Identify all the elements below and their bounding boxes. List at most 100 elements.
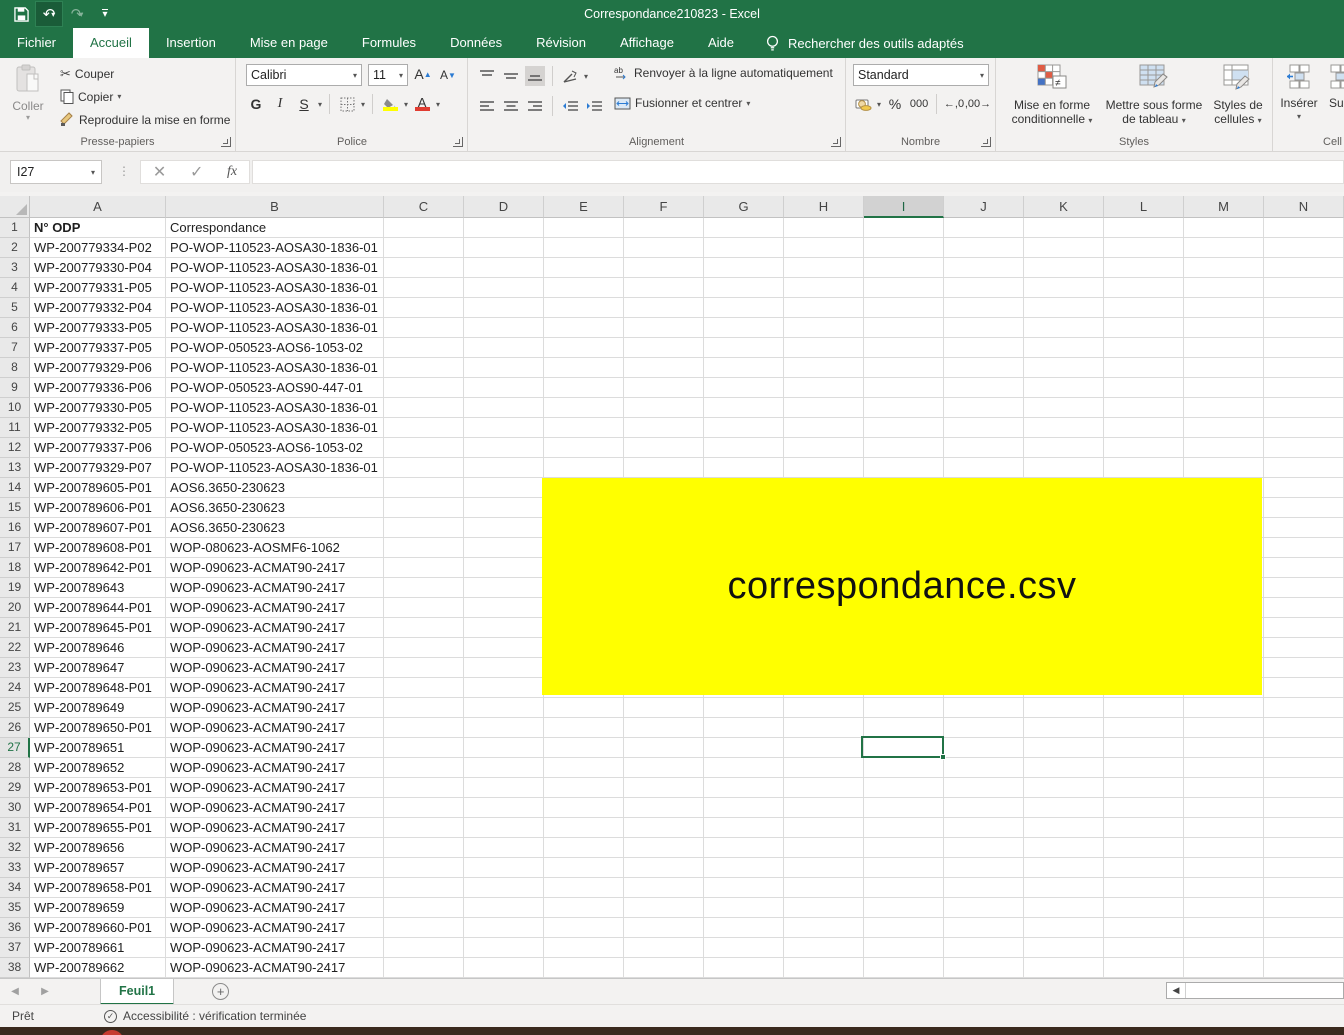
tab-accueil[interactable]: Accueil <box>73 28 149 58</box>
cell-B15[interactable]: AOS6.3650-230623 <box>166 498 384 518</box>
cell-C35[interactable] <box>384 898 464 918</box>
cell-N2[interactable] <box>1264 238 1344 258</box>
cell-I8[interactable] <box>864 358 944 378</box>
cell-B30[interactable]: WOP-090623-ACMAT90-2417 <box>166 798 384 818</box>
cell-B18[interactable]: WOP-090623-ACMAT90-2417 <box>166 558 384 578</box>
cell-G12[interactable] <box>704 438 784 458</box>
cell-A2[interactable]: WP-200779334-P02 <box>30 238 166 258</box>
cell-E4[interactable] <box>544 278 624 298</box>
row-header-11[interactable]: 11 <box>0 418 30 438</box>
cell-A16[interactable]: WP-200789607-P01 <box>30 518 166 538</box>
cell-A14[interactable]: WP-200789605-P01 <box>30 478 166 498</box>
align-center-button[interactable] <box>501 96 521 116</box>
cell-K12[interactable] <box>1024 438 1104 458</box>
cell-C17[interactable] <box>384 538 464 558</box>
borders-button[interactable] <box>337 94 357 114</box>
name-box[interactable]: I27 ▾ <box>10 160 102 184</box>
tab-mise-en-page[interactable]: Mise en page <box>233 28 345 58</box>
row-header-17[interactable]: 17 <box>0 538 30 558</box>
row-header-12[interactable]: 12 <box>0 438 30 458</box>
cell-J12[interactable] <box>944 438 1024 458</box>
cell-D30[interactable] <box>464 798 544 818</box>
cell-C19[interactable] <box>384 578 464 598</box>
tab-fichier[interactable]: Fichier <box>0 28 73 58</box>
cell-A15[interactable]: WP-200789606-P01 <box>30 498 166 518</box>
row-header-35[interactable]: 35 <box>0 898 30 918</box>
cell-N5[interactable] <box>1264 298 1344 318</box>
cell-B29[interactable]: WOP-090623-ACMAT90-2417 <box>166 778 384 798</box>
cell-A17[interactable]: WP-200789608-P01 <box>30 538 166 558</box>
cell-K29[interactable] <box>1024 778 1104 798</box>
cell-A31[interactable]: WP-200789655-P01 <box>30 818 166 838</box>
cell-D7[interactable] <box>464 338 544 358</box>
cell-A10[interactable]: WP-200779330-P05 <box>30 398 166 418</box>
cell-C31[interactable] <box>384 818 464 838</box>
cell-D36[interactable] <box>464 918 544 938</box>
cell-G9[interactable] <box>704 378 784 398</box>
align-middle-button[interactable] <box>501 66 521 86</box>
row-header-26[interactable]: 26 <box>0 718 30 738</box>
cell-I36[interactable] <box>864 918 944 938</box>
undo-button[interactable]: ↶▾ <box>36 2 62 26</box>
cell-M38[interactable] <box>1184 958 1264 978</box>
cell-A19[interactable]: WP-200789643 <box>30 578 166 598</box>
cell-F13[interactable] <box>624 458 704 478</box>
cell-E5[interactable] <box>544 298 624 318</box>
cell-B37[interactable]: WOP-090623-ACMAT90-2417 <box>166 938 384 958</box>
bold-button[interactable]: G <box>246 94 266 114</box>
cell-K31[interactable] <box>1024 818 1104 838</box>
cell-J10[interactable] <box>944 398 1024 418</box>
row-header-15[interactable]: 15 <box>0 498 30 518</box>
cell-J31[interactable] <box>944 818 1024 838</box>
cell-E30[interactable] <box>544 798 624 818</box>
cell-A27[interactable]: WP-200789651 <box>30 738 166 758</box>
cell-M35[interactable] <box>1184 898 1264 918</box>
row-header-20[interactable]: 20 <box>0 598 30 618</box>
select-all-corner[interactable] <box>0 196 30 218</box>
cell-H32[interactable] <box>784 838 864 858</box>
cell-C18[interactable] <box>384 558 464 578</box>
cell-N35[interactable] <box>1264 898 1344 918</box>
cell-H35[interactable] <box>784 898 864 918</box>
cell-K34[interactable] <box>1024 878 1104 898</box>
accessibility-status[interactable]: ✓ Accessibilité : vérification terminée <box>104 1009 306 1023</box>
cell-K37[interactable] <box>1024 938 1104 958</box>
cell-N15[interactable] <box>1264 498 1344 518</box>
cell-I28[interactable] <box>864 758 944 778</box>
cell-L13[interactable] <box>1104 458 1184 478</box>
fill-handle[interactable] <box>940 754 946 760</box>
cell-H1[interactable] <box>784 218 864 238</box>
cell-N24[interactable] <box>1264 678 1344 698</box>
cell-J33[interactable] <box>944 858 1024 878</box>
cell-C1[interactable] <box>384 218 464 238</box>
cell-F31[interactable] <box>624 818 704 838</box>
cell-F28[interactable] <box>624 758 704 778</box>
cell-E26[interactable] <box>544 718 624 738</box>
format-painter-button[interactable]: Reproduire la mise en forme <box>60 112 230 127</box>
cell-M33[interactable] <box>1184 858 1264 878</box>
cell-D11[interactable] <box>464 418 544 438</box>
sheet-tab-feuil1[interactable]: Feuil1 <box>100 979 174 1005</box>
cell-I10[interactable] <box>864 398 944 418</box>
cell-F37[interactable] <box>624 938 704 958</box>
cell-K11[interactable] <box>1024 418 1104 438</box>
cell-B19[interactable]: WOP-090623-ACMAT90-2417 <box>166 578 384 598</box>
cell-E13[interactable] <box>544 458 624 478</box>
row-header-34[interactable]: 34 <box>0 878 30 898</box>
cell-G10[interactable] <box>704 398 784 418</box>
cell-D10[interactable] <box>464 398 544 418</box>
cell-D9[interactable] <box>464 378 544 398</box>
cell-B1[interactable]: Correspondance <box>166 218 384 238</box>
cell-K10[interactable] <box>1024 398 1104 418</box>
sheet-nav-left[interactable]: ◀ <box>0 986 30 997</box>
cell-I9[interactable] <box>864 378 944 398</box>
tab-aide[interactable]: Aide <box>691 28 751 58</box>
row-header-1[interactable]: 1 <box>0 218 30 238</box>
cell-C27[interactable] <box>384 738 464 758</box>
cell-I7[interactable] <box>864 338 944 358</box>
cell-F38[interactable] <box>624 958 704 978</box>
cell-C12[interactable] <box>384 438 464 458</box>
cell-D26[interactable] <box>464 718 544 738</box>
row-header-29[interactable]: 29 <box>0 778 30 798</box>
cell-N30[interactable] <box>1264 798 1344 818</box>
